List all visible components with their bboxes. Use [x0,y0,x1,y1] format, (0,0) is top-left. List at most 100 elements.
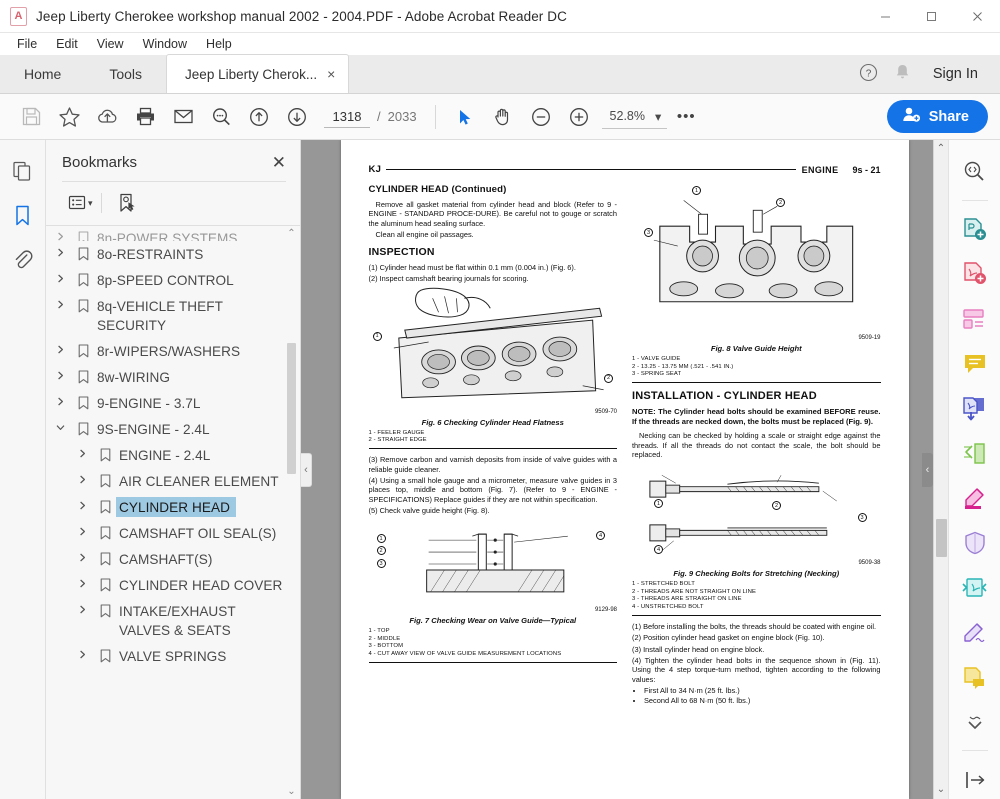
pdf-viewer[interactable]: ‹ KJ ENGINE 9s - 21 CYLINDER HEAD (Conti… [301,140,948,799]
print-icon[interactable] [126,98,164,136]
bookmark-item[interactable]: CAMSHAFT(S) [46,546,300,572]
bookmark-item[interactable]: CYLINDER HEAD COVER [46,572,300,598]
chevron-right-icon[interactable] [74,471,91,484]
expand-panel-icon[interactable] [955,760,995,799]
cloud-upload-icon[interactable] [88,98,126,136]
bookmark-item[interactable]: AIR CLEANER ELEMENT [46,468,300,494]
share-button[interactable]: Share [886,100,988,133]
chevron-right-icon[interactable] [74,523,91,536]
scroll-up-icon[interactable]: ⌃ [287,228,295,239]
chevron-right-icon[interactable] [74,549,91,562]
zoom-level-selector[interactable]: 52.8% ▾ [601,105,668,129]
page-thumbnails-icon[interactable] [6,154,40,188]
scrollbar-thumb[interactable] [287,342,296,475]
bookmark-item[interactable]: CYLINDER HEAD [46,494,300,520]
export-pdf-icon[interactable] [955,210,995,249]
previous-page-icon[interactable] [240,98,278,136]
menu-help[interactable]: Help [197,35,241,53]
collapse-panel-handle[interactable]: ‹ [301,452,312,487]
save-icon[interactable] [12,98,50,136]
close-bookmarks-panel-icon[interactable]: ✕ [272,154,286,171]
help-icon[interactable]: ? [859,63,878,85]
search-tool-icon[interactable] [955,152,995,191]
bookmark-item[interactable]: 8q-VEHICLE THEFT SECURITY [46,293,300,338]
tab-close-icon[interactable]: × [327,67,335,81]
more-options-icon[interactable]: ••• [667,98,705,136]
chevron-right-icon[interactable] [74,646,91,659]
combine-files-icon[interactable] [955,389,995,428]
request-signature-icon[interactable] [955,658,995,697]
chevron-right-icon[interactable] [74,601,91,614]
email-icon[interactable] [164,98,202,136]
next-page-icon[interactable] [278,98,316,136]
organize-pages-icon[interactable] [955,299,995,338]
scroll-down-icon[interactable]: ⌄ [287,786,295,797]
chevron-right-icon[interactable] [52,228,69,241]
select-cursor-icon[interactable] [446,98,484,136]
create-pdf-icon[interactable] [955,255,995,294]
bookmarks-icon[interactable] [6,198,40,232]
zoom-out-icon[interactable] [522,98,560,136]
minimize-button[interactable] [862,0,908,33]
chevron-down-icon[interactable]: ▾ [655,109,661,124]
viewer-scrollbar-track[interactable] [935,158,948,781]
tab-home[interactable]: Home [0,54,85,93]
star-icon[interactable] [50,98,88,136]
bookmark-item[interactable]: 8p-SPEED CONTROL [46,267,300,293]
chevron-right-icon[interactable] [52,244,69,257]
menu-view[interactable]: View [88,35,133,53]
cylinder-head-heading: CYLINDER HEAD (Continued) [368,184,507,195]
chevron-right-icon[interactable] [74,497,91,510]
chevron-right-icon[interactable] [52,341,69,354]
menu-window[interactable]: Window [134,35,196,53]
bookmark-item[interactable]: VALVE SPRINGS [46,643,300,669]
more-tools-icon[interactable] [955,703,995,742]
highlight-icon[interactable] [955,479,995,518]
chevron-right-icon[interactable] [52,393,69,406]
tab-tools[interactable]: Tools [85,54,166,93]
bookmarks-list[interactable]: 8n-POWER SYSTEMS 8o-RESTRAINTS 8p-SPEED CO… [46,226,300,799]
page-number-input[interactable]: 1318 [324,105,370,128]
menu-file[interactable]: File [8,35,46,53]
menu-edit[interactable]: Edit [47,35,87,53]
bookmarks-scrollbar[interactable]: ⌃ ⌄ [286,228,297,797]
chevron-right-icon[interactable] [52,367,69,380]
notification-bell-icon[interactable] [894,63,911,84]
bookmark-item[interactable]: 8n-POWER SYSTEMS [46,228,300,241]
zoom-in-icon[interactable] [560,98,598,136]
viewer-scrollbar[interactable]: ⌃ ⌄ [933,140,948,799]
bookmark-item[interactable]: 8w-WIRING [46,364,300,390]
bookmark-item[interactable]: INTAKE/EXHAUST VALVES & SEATS [46,598,300,643]
protect-icon[interactable] [955,523,995,562]
chevron-right-icon[interactable] [52,296,69,309]
compare-files-icon[interactable] [955,434,995,473]
close-button[interactable] [954,0,1000,33]
bookmark-options-caret-icon[interactable]: ▾ [88,198,93,209]
viewer-scroll-up-icon[interactable]: ⌃ [937,140,945,158]
bookmark-item[interactable]: 8o-RESTRAINTS [46,241,300,267]
viewer-collapse-handle[interactable]: ‹ [922,452,933,487]
tab-document[interactable]: Jeep Liberty Cherok... × [166,54,350,93]
chevron-down-icon[interactable] [52,419,69,432]
bookmark-item[interactable]: ENGINE - 2.4L [46,442,300,468]
viewer-scrollbar-thumb[interactable] [935,519,947,557]
fill-and-sign-icon[interactable] [955,613,995,652]
hand-icon[interactable] [484,98,522,136]
chevron-right-icon[interactable] [74,575,91,588]
bookmark-item[interactable]: 8r-WIPERS/WASHERS [46,338,300,364]
chevron-right-icon[interactable] [52,270,69,283]
figure-9-legend-rule [632,614,881,617]
viewer-scroll-down-icon[interactable]: ⌄ [937,781,945,799]
chevron-right-icon[interactable] [74,445,91,458]
new-bookmark-icon[interactable] [110,189,144,217]
bookmark-item[interactable]: 9-ENGINE - 3.7L [46,390,300,416]
compress-pdf-icon[interactable] [955,568,995,607]
maximize-button[interactable] [908,0,954,33]
search-icon[interactable] [202,98,240,136]
bookmark-item[interactable]: 9S-ENGINE - 2.4L [46,416,300,442]
bookmark-item[interactable]: CAMSHAFT OIL SEAL(S) [46,520,300,546]
scrollbar-track[interactable] [287,239,296,786]
attachments-icon[interactable] [6,242,40,276]
comment-icon[interactable] [955,344,995,383]
sign-in-button[interactable]: Sign In [927,66,984,82]
